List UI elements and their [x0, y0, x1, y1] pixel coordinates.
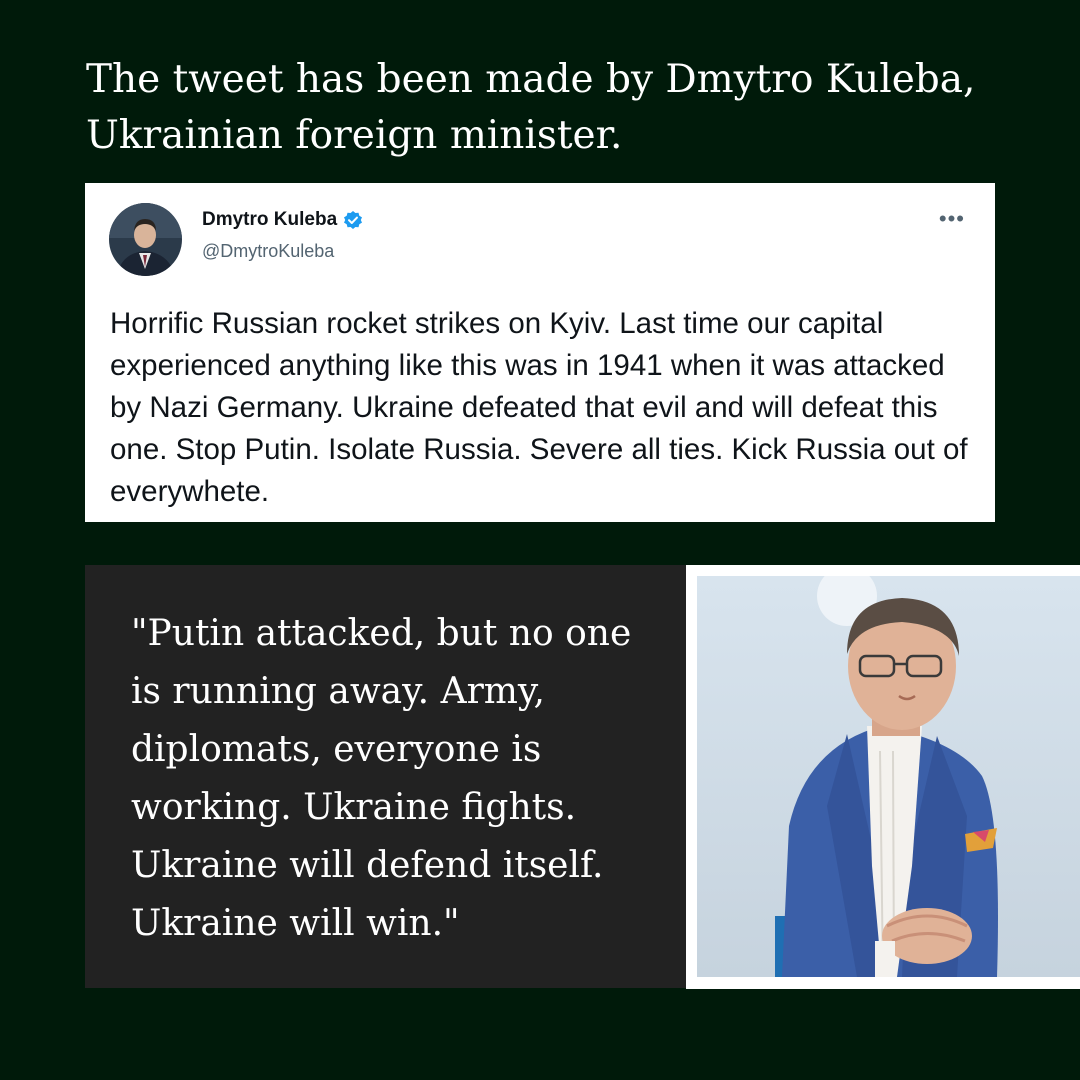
tweet-author-name[interactable]: Dmytro Kuleba: [202, 209, 363, 231]
quote-text: "Putin attacked, but no one is running a…: [131, 613, 632, 944]
tweet-author-handle[interactable]: @DmytroKuleba: [202, 241, 334, 262]
avatar[interactable]: [109, 203, 182, 276]
tweet-author-name-text: Dmytro Kuleba: [202, 209, 338, 230]
portrait-photo: [697, 576, 1080, 977]
verified-badge-icon: [343, 210, 363, 230]
more-options-icon[interactable]: •••: [939, 208, 965, 230]
headline: The tweet has been made by Dmytro Kuleba…: [86, 57, 976, 158]
tweet-card: Dmytro Kuleba @DmytroKuleba ••• Horrific…: [85, 183, 995, 522]
tweet-text: Horrific Russian rocket strikes on Kyiv.…: [110, 307, 968, 508]
quote-box: "Putin attacked, but no one is running a…: [85, 565, 687, 988]
photo-frame: [686, 565, 1080, 989]
